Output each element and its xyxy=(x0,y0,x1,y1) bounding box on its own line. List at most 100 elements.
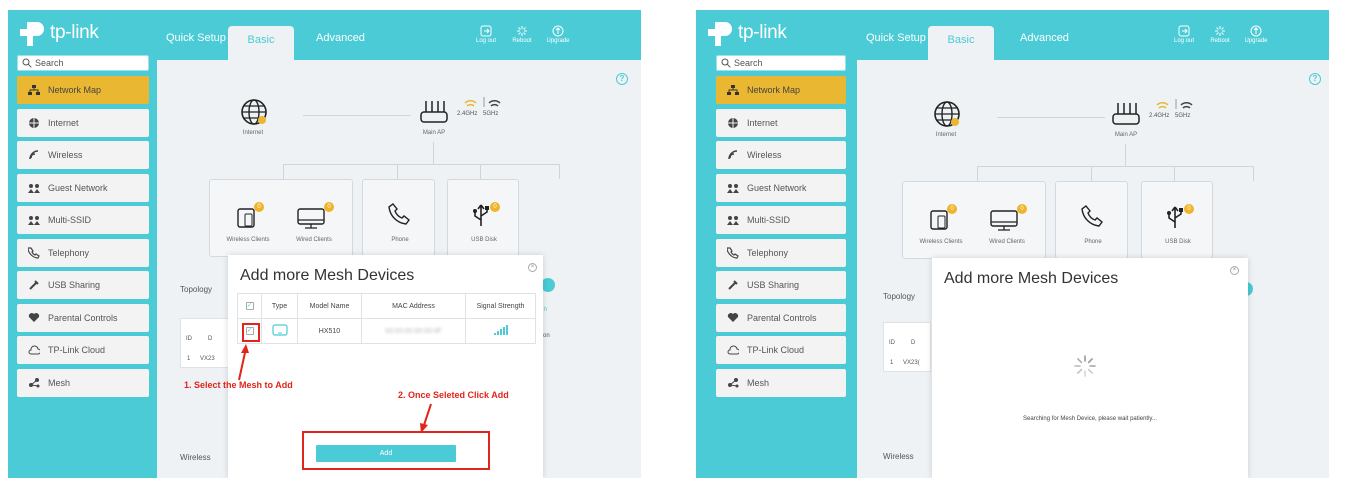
connector-line xyxy=(303,115,411,116)
reboot-icon xyxy=(517,26,527,36)
connector-line xyxy=(997,117,1105,118)
search-icon xyxy=(22,58,32,68)
sidebar-item-wireless[interactable]: Wireless xyxy=(17,141,149,169)
reboot-button[interactable]: Reboot xyxy=(502,25,542,44)
step2-annotation: 2. Once Seleted Click Add xyxy=(398,390,509,400)
usb-icon xyxy=(728,280,738,290)
router-icon xyxy=(420,101,448,123)
sidebar-item-telephony[interactable]: Telephony xyxy=(716,238,846,267)
sidebar-item-telephony[interactable]: Telephony xyxy=(17,238,149,267)
phone-icon xyxy=(388,203,410,225)
tab-quick-setup[interactable]: Quick Setup xyxy=(166,32,226,60)
main-ap-label: Main AP xyxy=(1114,132,1138,138)
select-all-checkbox[interactable]: ✓ xyxy=(245,302,254,310)
upgrade-button[interactable]: Upgrade xyxy=(1236,25,1276,44)
add-mesh-button[interactable] xyxy=(541,278,555,292)
sidebar-item-multi-ssid[interactable]: Multi-SSID xyxy=(17,206,149,234)
table-row[interactable]: ✓ HX510 00:00:00:00:00:0F xyxy=(237,318,536,344)
mesh-devices-table: ✓ Type Model Name MAC Address Signal Str… xyxy=(237,293,536,344)
sidebar-item-tp-link-cloud[interactable]: TP-Link Cloud xyxy=(716,336,846,364)
wired-clients-count: 0 xyxy=(1017,204,1027,214)
row-name: VX23 xyxy=(200,356,215,362)
search-input[interactable]: Search xyxy=(17,55,149,71)
connector-line xyxy=(977,166,978,181)
clients-card[interactable]: 0 Wireless Clients 0 Wired Clients xyxy=(209,179,353,257)
usb-disk-card[interactable]: 0 USB Disk xyxy=(1141,181,1213,259)
sidebar-item-tp-link-cloud[interactable]: TP-Link Cloud xyxy=(17,336,149,364)
phone-card[interactable]: Phone xyxy=(362,179,435,257)
cloud-icon xyxy=(28,345,40,355)
type-header: Type xyxy=(261,293,298,319)
mesh-unit-icon xyxy=(271,324,288,336)
wireless-section-label: Wireless xyxy=(883,452,914,461)
column-on-header: on xyxy=(543,333,550,339)
sidebar-item-network-map[interactable]: Network Map xyxy=(716,76,846,104)
phone-label: Phone xyxy=(391,237,409,243)
phone-card[interactable]: Phone xyxy=(1055,181,1128,259)
cloud-icon xyxy=(727,345,739,355)
tab-basic[interactable]: Basic xyxy=(228,26,294,60)
upgrade-button[interactable]: Upgrade xyxy=(538,25,578,44)
logout-button[interactable]: Log out xyxy=(1164,25,1204,44)
sidebar-item-guest-network[interactable]: Guest Network xyxy=(716,173,846,202)
network-map-icon xyxy=(28,85,40,95)
sidebar-item-mesh[interactable]: Mesh xyxy=(17,368,149,397)
tab-advanced[interactable]: Advanced xyxy=(316,32,365,60)
internet-label: Internet xyxy=(242,130,264,136)
wired-clients-label: Wired Clients xyxy=(296,237,332,243)
internet-label: Internet xyxy=(935,132,957,138)
wifi-icon xyxy=(29,150,39,160)
sidebar-item-guest-network[interactable]: Guest Network xyxy=(17,173,149,202)
sidebar-item-parental-controls[interactable]: Parental Controls xyxy=(716,303,846,332)
sidebar-item-wireless[interactable]: Wireless xyxy=(716,141,846,169)
connector-line xyxy=(1253,166,1254,181)
sidebar-item-mesh[interactable]: Mesh xyxy=(716,368,846,397)
type-cell xyxy=(261,318,298,344)
tab-advanced[interactable]: Advanced xyxy=(1020,32,1069,60)
help-icon[interactable]: ? xyxy=(616,73,628,85)
wireless-clients-count: 0 xyxy=(947,204,957,214)
wired-clients-label: Wired Clients xyxy=(989,239,1025,245)
sidebar-item-multi-ssid[interactable]: Multi-SSID xyxy=(716,206,846,234)
id-header: ID xyxy=(889,340,895,346)
help-icon[interactable]: ? xyxy=(1309,73,1321,85)
band-5ghz-label: 5GHz xyxy=(1175,113,1191,119)
wireless-section-label: Wireless xyxy=(180,453,211,462)
network-map-icon xyxy=(727,85,739,95)
connector-line xyxy=(397,164,398,179)
row-name: VX23( xyxy=(903,360,920,366)
tab-quick-setup[interactable]: Quick Setup xyxy=(866,32,926,60)
usb-disk-label: USB Disk xyxy=(471,237,497,243)
internet-globe-icon xyxy=(934,101,960,127)
close-icon[interactable]: × xyxy=(1230,266,1239,275)
mac-address-value: 00:00:00:00:00:0F xyxy=(385,327,442,335)
wireless-clients-label: Wireless Clients xyxy=(919,239,963,245)
mesh-icon xyxy=(29,378,40,388)
router-icon xyxy=(1112,103,1140,125)
signal-cell xyxy=(465,318,536,344)
usb-disk-card[interactable]: 0 USB Disk xyxy=(447,179,519,257)
sidebar-item-internet[interactable]: Internet xyxy=(716,108,846,137)
mac-address-header: MAC Address xyxy=(361,293,466,319)
model-cell: HX510 xyxy=(297,318,362,344)
wired-clients-count: 0 xyxy=(324,202,334,212)
select-all-cell[interactable]: ✓ xyxy=(237,293,262,319)
tab-basic[interactable]: Basic xyxy=(928,26,994,60)
search-input[interactable]: Search xyxy=(716,55,846,71)
sidebar-item-network-map[interactable]: Network Map xyxy=(17,76,149,104)
sidebar-item-usb-sharing[interactable]: USB Sharing xyxy=(716,271,846,299)
clients-card[interactable]: 0 Wireless Clients 0 Wired Clients xyxy=(902,181,1046,259)
tp-link-logo: tp-link xyxy=(706,18,826,54)
dialog-title: Add more Mesh Devices xyxy=(240,267,415,284)
globe-icon xyxy=(29,117,39,128)
reboot-icon xyxy=(1215,26,1225,36)
close-icon[interactable]: × xyxy=(528,263,537,272)
connector-line xyxy=(433,142,434,164)
logout-button[interactable]: Log out xyxy=(466,25,506,44)
sidebar-item-usb-sharing[interactable]: USB Sharing xyxy=(17,271,149,299)
reboot-button[interactable]: Reboot xyxy=(1200,25,1240,44)
add-button-highlight xyxy=(302,431,490,470)
upgrade-icon xyxy=(552,25,564,37)
sidebar-item-internet[interactable]: Internet xyxy=(17,108,149,137)
sidebar-item-parental-controls[interactable]: Parental Controls xyxy=(17,303,149,332)
